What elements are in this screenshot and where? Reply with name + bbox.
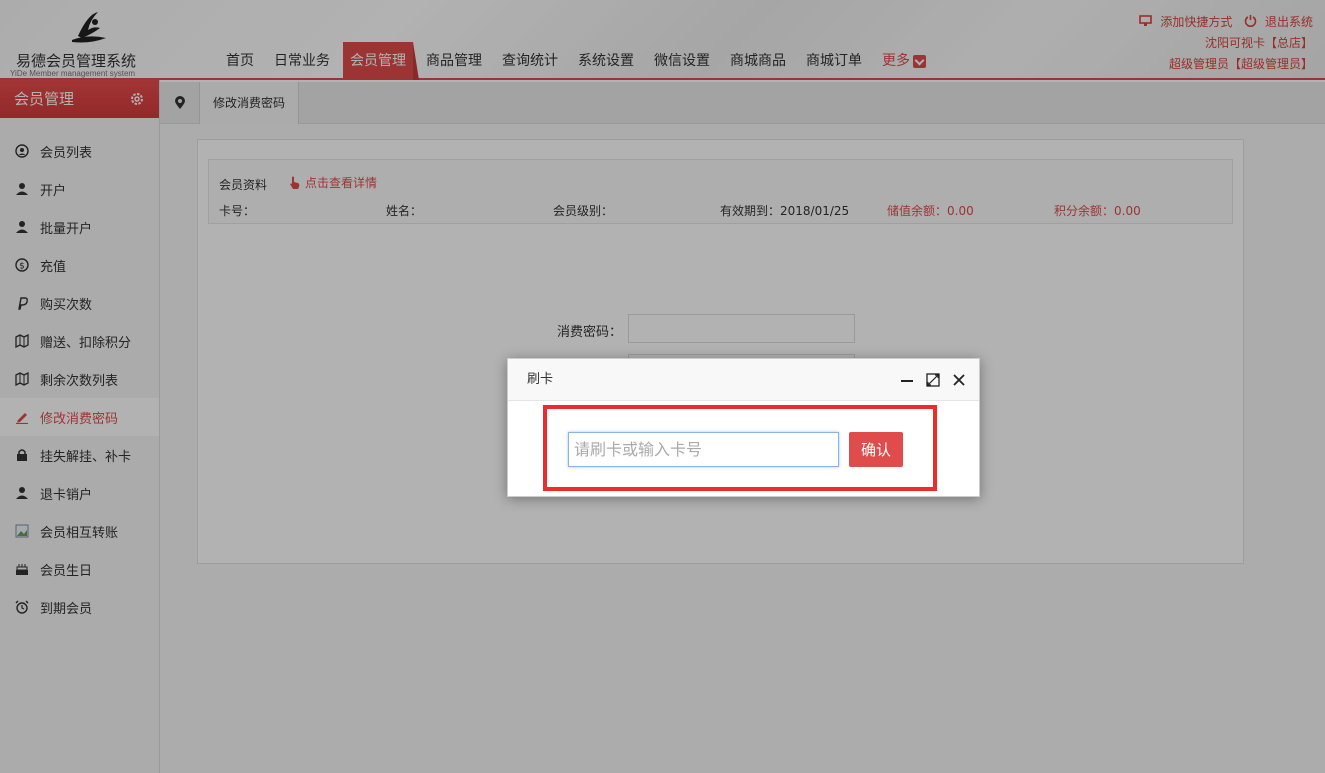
swipe-card-dialog: 刷卡 确认 <box>507 358 980 497</box>
maximize-icon[interactable] <box>925 372 941 388</box>
dialog-controls <box>899 372 967 388</box>
confirm-button[interactable]: 确认 <box>849 432 903 467</box>
minimize-icon[interactable] <box>899 372 915 388</box>
dialog-header: 刷卡 <box>508 359 979 401</box>
dialog-title: 刷卡 <box>527 372 554 387</box>
dialog-body: 确认 <box>508 401 979 497</box>
card-number-input[interactable] <box>568 432 839 467</box>
close-icon[interactable] <box>951 372 967 388</box>
